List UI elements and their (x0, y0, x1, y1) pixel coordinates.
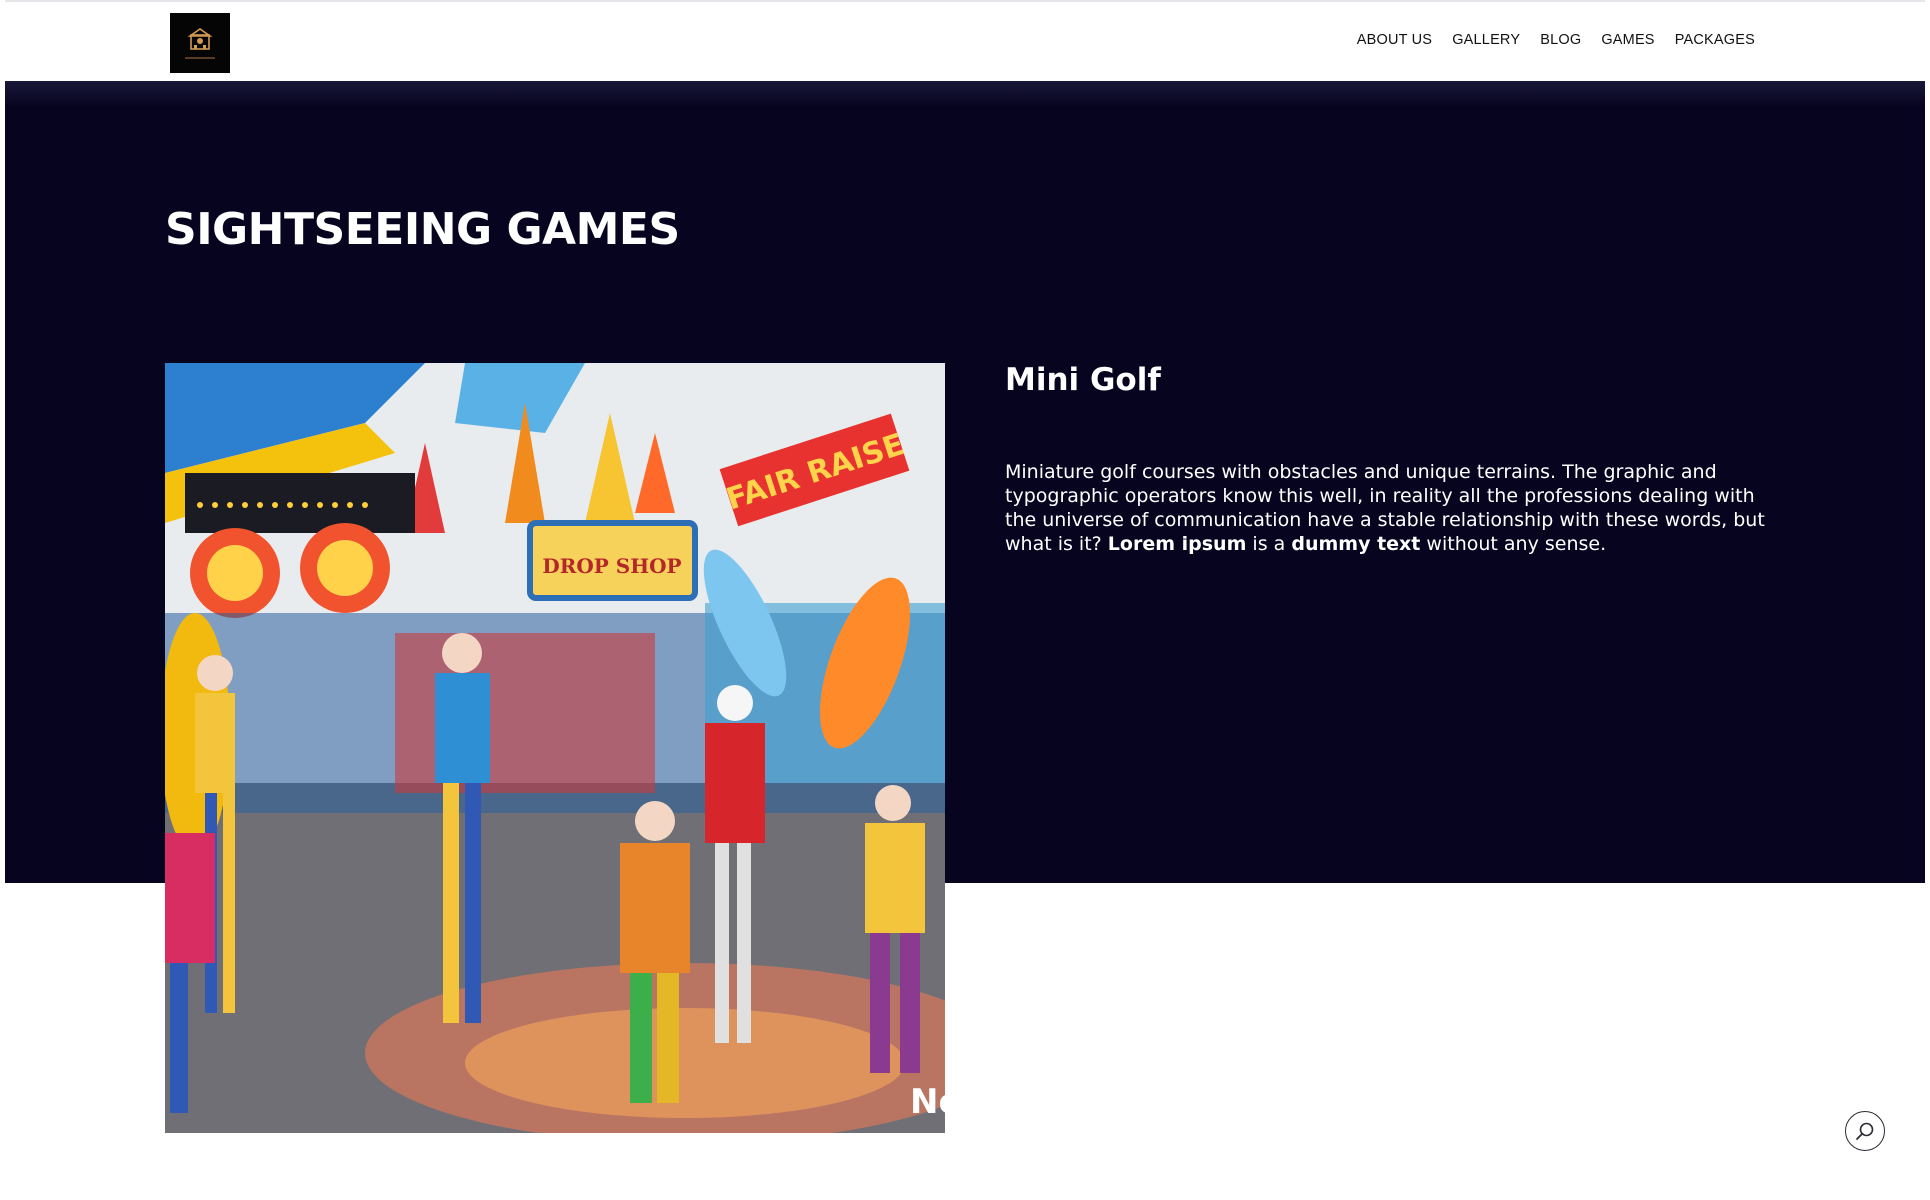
card-body-outro: without any sense. (1426, 533, 1607, 555)
site-header: ABOUT US GALLERY BLOG GAMES PACKAGES (5, 0, 1925, 81)
page-title: SIGHTSEEING GAMES (165, 204, 680, 255)
carnival-photo: DROP SHOP FAIR RAISE N (165, 363, 945, 1133)
nav-gallery[interactable]: GALLERY (1452, 32, 1520, 48)
photo-watermark: Ne (910, 1082, 945, 1122)
card-title: Mini Golf (1005, 362, 1161, 398)
search-button[interactable] (1845, 1111, 1885, 1151)
hero-top-shadow (5, 81, 1925, 107)
site-logo[interactable] (170, 13, 230, 73)
logo-tagline-bar (185, 57, 215, 59)
nav-games[interactable]: GAMES (1601, 32, 1654, 48)
nav-blog[interactable]: BLOG (1540, 32, 1581, 48)
main-nav: ABOUT US GALLERY BLOG GAMES PACKAGES (1357, 32, 1755, 48)
search-icon (1856, 1122, 1874, 1140)
logo-emblem-icon (187, 28, 213, 50)
card-description: Miniature golf courses with obstacles an… (1005, 460, 1765, 556)
nav-packages[interactable]: PACKAGES (1675, 32, 1755, 48)
nav-about-us[interactable]: ABOUT US (1357, 32, 1432, 48)
card-bold-dummy: dummy text (1291, 533, 1421, 555)
card-bold-lorem: Lorem ipsum (1107, 533, 1247, 555)
page: ABOUT US GALLERY BLOG GAMES PACKAGES SIG… (0, 0, 1930, 1200)
photo-sign-drop-shop: DROP SHOP (542, 554, 681, 578)
card-body-middle: is a (1252, 533, 1286, 555)
